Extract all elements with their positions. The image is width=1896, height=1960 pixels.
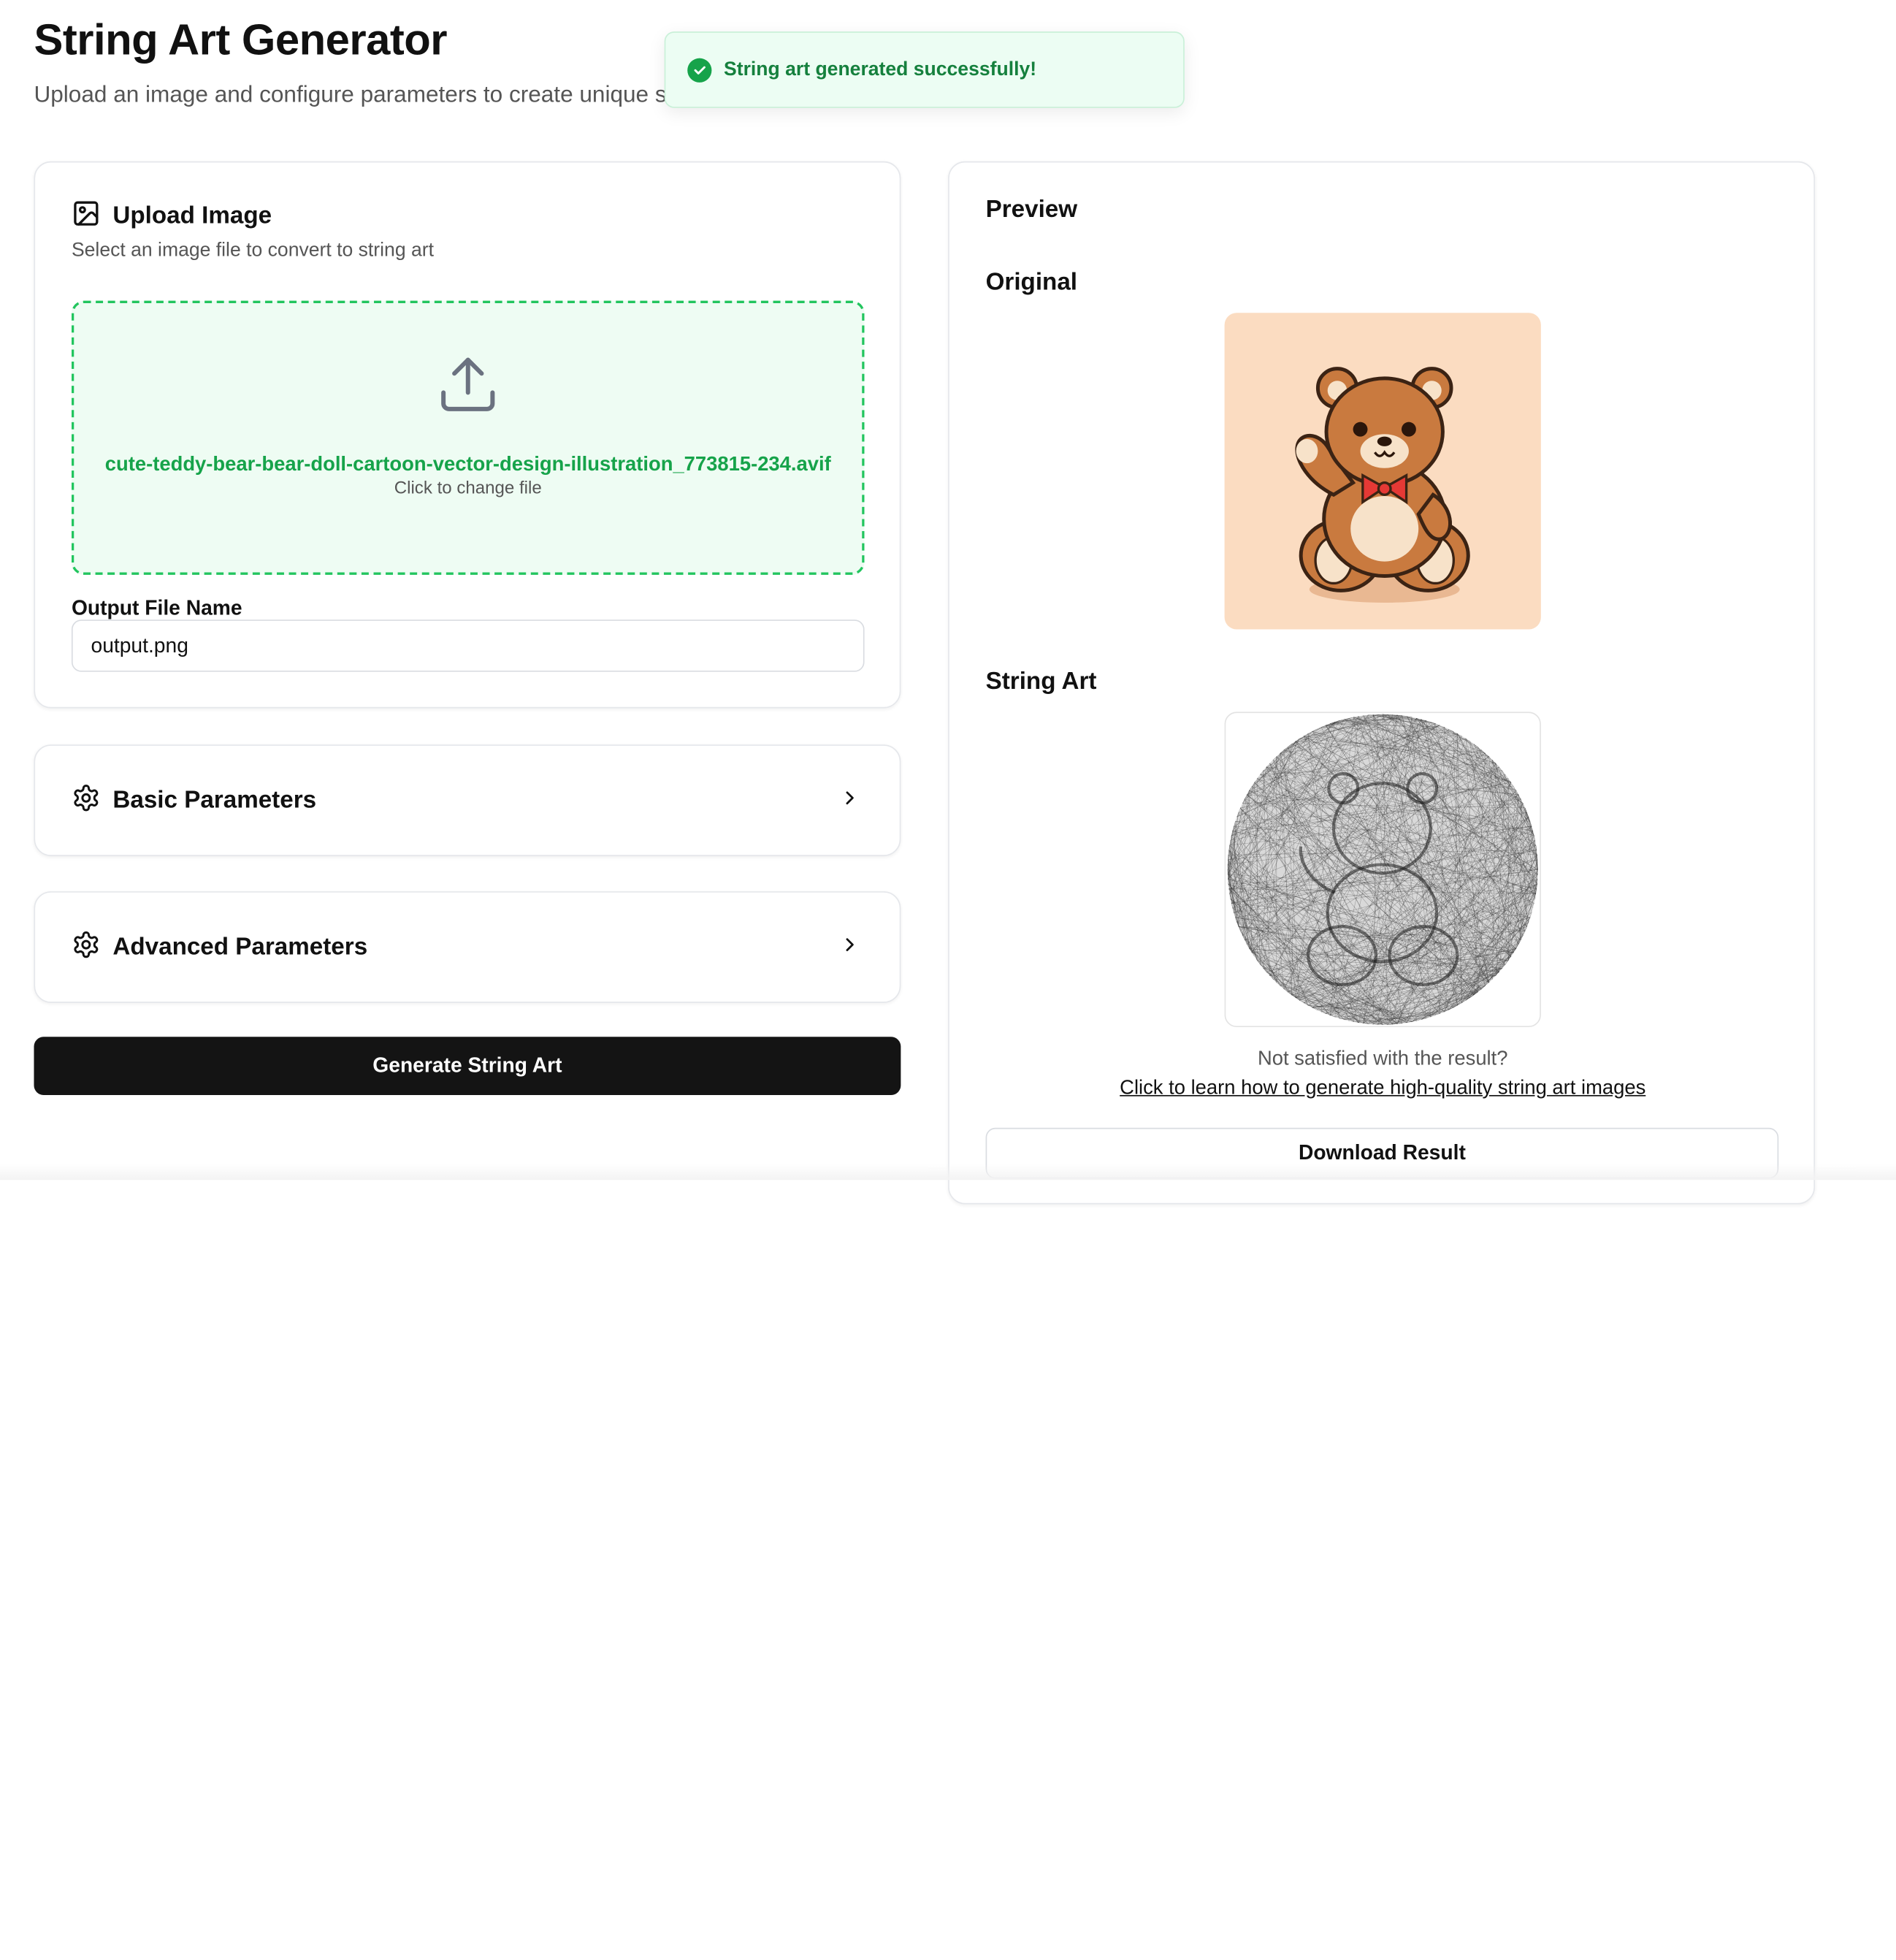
change-file-hint: Click to change file xyxy=(394,479,542,499)
basic-parameters-accordion[interactable]: Basic Parameters xyxy=(34,744,901,856)
gear-icon xyxy=(72,929,101,964)
upload-card-header: Upload Image xyxy=(72,199,272,234)
preview-card: Preview Original xyxy=(948,161,1815,1205)
basic-parameters-title: Basic Parameters xyxy=(112,787,316,815)
toast-message: String art generated successfully! xyxy=(724,59,1036,81)
image-icon xyxy=(72,199,101,234)
string-art-label: String Art xyxy=(986,668,1097,696)
page-subtitle: Upload an image and configure parameters… xyxy=(34,83,744,110)
upload-card-title: Upload Image xyxy=(112,202,272,230)
chevron-right-icon xyxy=(839,934,861,961)
chevron-right-icon xyxy=(839,787,861,815)
gear-icon xyxy=(72,783,101,818)
upload-card: Upload Image Select an image file to con… xyxy=(34,161,901,709)
generate-string-art-button[interactable]: Generate String Art xyxy=(34,1037,901,1095)
not-satisfied-text: Not satisfied with the result? xyxy=(949,1048,1816,1071)
success-toast: String art generated successfully! xyxy=(665,31,1185,108)
output-file-name-label: Output File Name xyxy=(72,597,242,621)
page-title: String Art Generator xyxy=(34,15,447,66)
bottom-edge xyxy=(0,1164,1896,1181)
original-label: Original xyxy=(986,270,1077,297)
string-art-image xyxy=(1225,712,1541,1027)
advanced-parameters-title: Advanced Parameters xyxy=(112,933,367,961)
learn-high-quality-link[interactable]: Click to learn how to generate high-qual… xyxy=(949,1077,1816,1100)
selected-file-name: cute-teddy-bear-bear-doll-cartoon-vector… xyxy=(104,450,832,479)
original-image xyxy=(1225,313,1541,629)
basic-parameters-header: Basic Parameters xyxy=(72,783,316,818)
output-file-name-input[interactable]: output.png xyxy=(72,619,865,671)
advanced-parameters-accordion[interactable]: Advanced Parameters xyxy=(34,891,901,1003)
upload-card-description: Select an image file to convert to strin… xyxy=(72,240,434,262)
upload-icon xyxy=(435,351,501,423)
page: String Art Generator Upload an image and… xyxy=(0,0,1896,1960)
check-circle-icon xyxy=(687,58,711,82)
preview-title: Preview xyxy=(986,197,1078,224)
advanced-parameters-header: Advanced Parameters xyxy=(72,929,367,964)
file-dropzone[interactable]: cute-teddy-bear-bear-doll-cartoon-vector… xyxy=(72,301,865,575)
